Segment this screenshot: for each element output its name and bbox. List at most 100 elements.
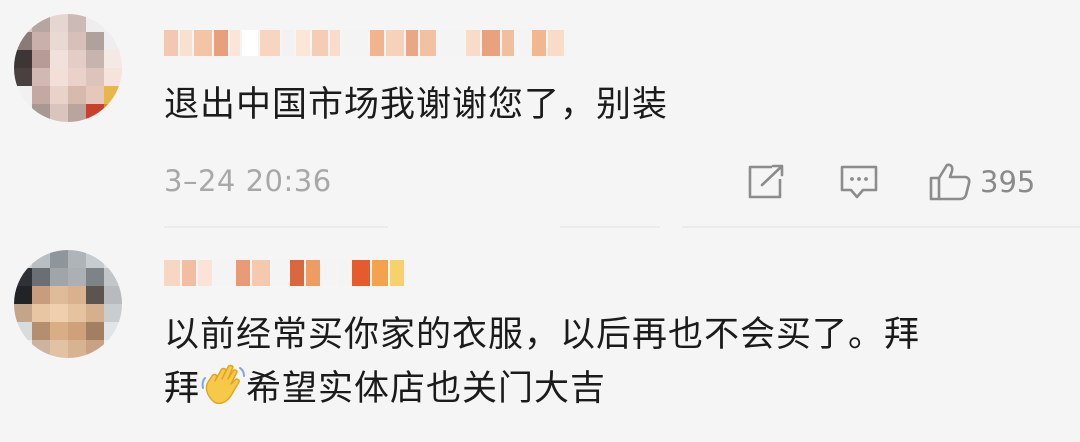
username-blurred[interactable] bbox=[164, 28, 566, 58]
username-pixel bbox=[230, 30, 240, 56]
avatar-pixel bbox=[50, 14, 68, 32]
username-pixel bbox=[372, 260, 388, 286]
avatar-pixel bbox=[14, 268, 32, 286]
avatar-pixel bbox=[50, 86, 68, 104]
username-pixel bbox=[482, 30, 500, 56]
username-pixel bbox=[164, 30, 178, 56]
share-icon bbox=[748, 164, 784, 199]
avatar-pixel bbox=[32, 286, 50, 304]
avatar-pixel bbox=[14, 322, 32, 340]
avatar-pixel bbox=[68, 250, 86, 268]
username-pixel bbox=[502, 30, 514, 56]
reply-button[interactable] bbox=[838, 160, 880, 204]
avatar-pixel bbox=[32, 250, 50, 268]
avatar-pixel bbox=[86, 86, 104, 104]
avatar-pixel bbox=[50, 104, 68, 122]
avatar-pixel bbox=[86, 32, 104, 50]
avatar-pixel bbox=[104, 322, 122, 340]
avatar-pixel bbox=[68, 268, 86, 286]
username-pixel bbox=[282, 30, 294, 56]
avatar-pixel bbox=[50, 304, 68, 322]
avatar-pixel bbox=[86, 68, 104, 86]
avatar[interactable] bbox=[14, 14, 122, 122]
username-pixel bbox=[272, 260, 288, 286]
username-pixel bbox=[420, 30, 436, 56]
comment-meta: 3–24 20:36 395 bbox=[164, 160, 1054, 204]
avatar-pixel bbox=[14, 14, 32, 32]
avatar-pixel bbox=[50, 322, 68, 340]
avatar[interactable] bbox=[14, 250, 122, 358]
avatar-pixel bbox=[50, 32, 68, 50]
username-pixel bbox=[386, 30, 404, 56]
avatar-pixel bbox=[86, 14, 104, 32]
avatar-pixel bbox=[14, 340, 32, 358]
avatar-pixel bbox=[104, 14, 122, 32]
avatar-pixel bbox=[104, 250, 122, 268]
username-pixel bbox=[516, 30, 530, 56]
avatar-pixel bbox=[32, 68, 50, 86]
avatar-pixel bbox=[32, 50, 50, 68]
avatar-pixel bbox=[32, 304, 50, 322]
username-pixel bbox=[242, 30, 258, 56]
thumbs-up-icon bbox=[929, 163, 971, 201]
avatar-pixel bbox=[104, 32, 122, 50]
avatar-pixel bbox=[104, 340, 122, 358]
username-pixel bbox=[406, 30, 418, 56]
waving-hand-icon bbox=[201, 364, 246, 405]
username-pixel bbox=[312, 30, 328, 56]
avatar-pixel bbox=[50, 68, 68, 86]
username-pixel bbox=[390, 260, 404, 286]
comment-text: 退出中国市场我谢谢您了，别装 bbox=[164, 85, 669, 125]
avatar-pixel bbox=[32, 104, 50, 122]
avatar-pixel bbox=[86, 50, 104, 68]
avatar-pixel bbox=[50, 286, 68, 304]
avatar-pixel bbox=[68, 304, 86, 322]
username-pixel bbox=[438, 30, 464, 56]
avatar-pixel bbox=[32, 322, 50, 340]
comment-text-line2-end: 希望实体店也关门大吉 bbox=[246, 369, 607, 409]
avatar-pixel bbox=[14, 86, 32, 104]
username-pixel bbox=[296, 30, 310, 56]
username-pixel bbox=[466, 30, 480, 56]
username-pixel bbox=[194, 30, 212, 56]
username-pixel bbox=[214, 260, 234, 286]
username-pixel bbox=[164, 260, 180, 286]
avatar-pixel bbox=[14, 104, 32, 122]
avatar-pixel bbox=[68, 86, 86, 104]
avatar-pixel bbox=[50, 50, 68, 68]
like-button[interactable]: 395 bbox=[928, 160, 1035, 204]
username-pixel bbox=[532, 30, 546, 56]
avatar-pixel bbox=[50, 268, 68, 286]
username-pixel bbox=[252, 260, 270, 286]
avatar-pixel bbox=[104, 86, 122, 104]
avatar-pixel bbox=[104, 50, 122, 68]
avatar-pixel bbox=[86, 250, 104, 268]
username-pixel bbox=[182, 260, 196, 286]
comment-text-line1: 以前经常买你家的衣服，以后再也不会买了。拜 bbox=[164, 315, 921, 355]
avatar-pixel bbox=[68, 68, 86, 86]
avatar-pixel bbox=[68, 50, 86, 68]
avatar-pixel bbox=[68, 104, 86, 122]
avatar-pixel bbox=[86, 340, 104, 358]
avatar-pixel bbox=[32, 86, 50, 104]
avatar-pixel bbox=[68, 322, 86, 340]
avatar-pixel bbox=[14, 32, 32, 50]
username-blurred[interactable] bbox=[164, 258, 406, 288]
avatar-pixel bbox=[14, 286, 32, 304]
username-pixel bbox=[338, 260, 350, 286]
avatar-pixel bbox=[32, 14, 50, 32]
username-pixel bbox=[322, 260, 336, 286]
share-button[interactable] bbox=[746, 160, 786, 204]
username-pixel bbox=[236, 260, 250, 286]
username-pixel bbox=[342, 30, 368, 56]
avatar-pixel bbox=[32, 268, 50, 286]
username-pixel bbox=[198, 260, 212, 286]
divider bbox=[682, 226, 1080, 228]
avatar-pixel bbox=[14, 68, 32, 86]
avatar-pixel bbox=[86, 322, 104, 340]
avatar-pixel bbox=[86, 286, 104, 304]
avatar-pixel bbox=[68, 14, 86, 32]
comment-text: 以前经常买你家的衣服，以后再也不会买了。拜 拜 希望实体店也关门大吉 bbox=[164, 308, 1044, 416]
comment-item: 退出中国市场我谢谢您了，别装 3–24 20:36 395 bbox=[0, 0, 1080, 222]
avatar-pixel bbox=[68, 340, 86, 358]
